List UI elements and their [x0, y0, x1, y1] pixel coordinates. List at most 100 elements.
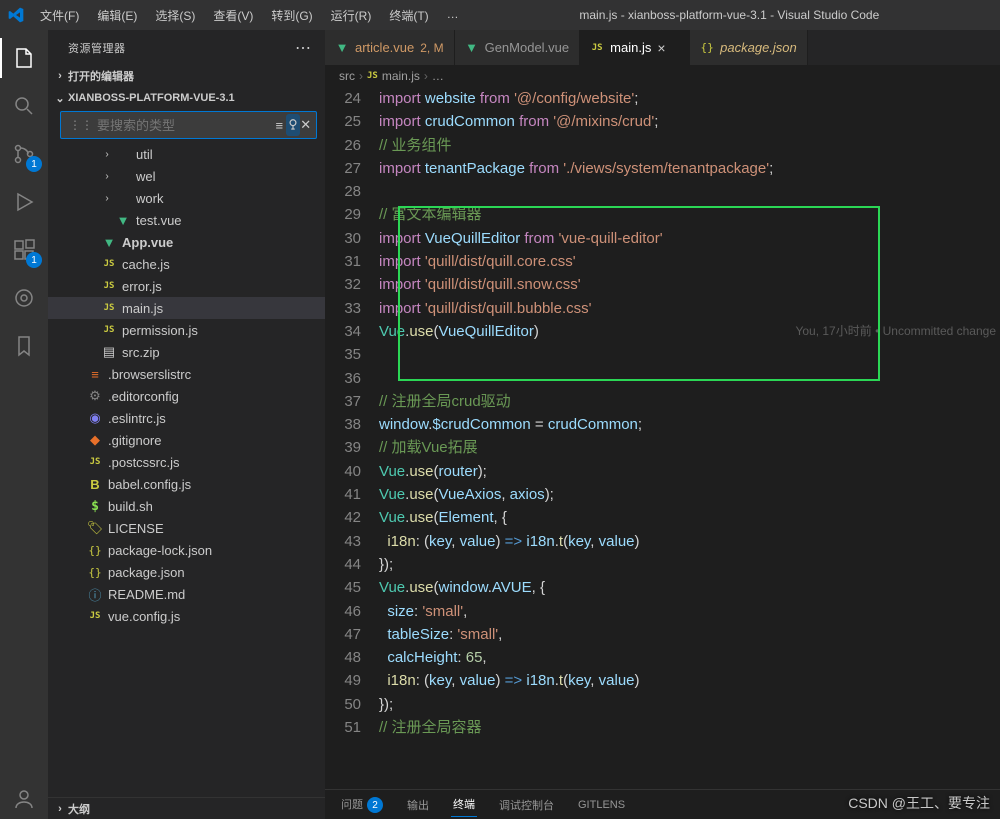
search-icon[interactable] — [0, 86, 48, 126]
crumb[interactable]: main.js — [382, 69, 420, 83]
menu-item[interactable]: 转到(G) — [263, 3, 320, 28]
code-line[interactable]: 35 — [325, 343, 1000, 366]
explorer-icon[interactable] — [0, 38, 48, 78]
menu-item[interactable]: 编辑(E) — [89, 3, 145, 28]
type-search[interactable]: ⋮⋮ ≡ ✕ — [60, 111, 317, 139]
file-icon: JS — [100, 281, 118, 291]
file-item[interactable]: JSerror.js — [48, 275, 325, 297]
editor-tab[interactable]: ▼GenModel.vue — [455, 30, 581, 65]
code-line[interactable]: 31import 'quill/dist/quill.core.css' — [325, 250, 1000, 273]
file-item[interactable]: ⚙.editorconfig — [48, 385, 325, 407]
file-icon: JS — [100, 325, 118, 335]
regex-icon[interactable] — [286, 114, 300, 136]
panel-tab[interactable]: GITLENS — [576, 795, 627, 815]
drag-handle-icon[interactable]: ⋮⋮ — [65, 118, 97, 132]
clear-icon[interactable]: ✕ — [300, 114, 313, 136]
outline-section[interactable]: ›大纲 — [48, 797, 325, 819]
close-icon[interactable]: × — [657, 40, 665, 56]
file-item[interactable]: Bbabel.config.js — [48, 473, 325, 495]
file-item[interactable]: JS.postcssrc.js — [48, 451, 325, 473]
folder-item[interactable]: ›wel — [48, 165, 325, 187]
file-item[interactable]: ◉.eslintrc.js — [48, 407, 325, 429]
menu-item[interactable]: 选择(S) — [147, 3, 203, 28]
panel-tab[interactable]: 输出 — [405, 793, 431, 817]
menu-item[interactable]: … — [439, 3, 467, 28]
project-section[interactable]: ⌄XIANBOSS-PLATFORM-VUE-3.1 — [48, 87, 325, 109]
code-line[interactable]: 49 i18n: (key, value) => i18n.t(key, val… — [325, 669, 1000, 692]
code-line[interactable]: 46 size: 'small', — [325, 600, 1000, 623]
code-line[interactable]: 38window.$crudCommon = crudCommon; — [325, 413, 1000, 436]
code-line[interactable]: 30import VueQuillEditor from 'vue-quill-… — [325, 227, 1000, 250]
file-icon: ▼ — [100, 235, 118, 250]
panel-tab[interactable]: 终端 — [451, 792, 477, 817]
code-line[interactable]: 25import crudCommon from '@/mixins/crud'… — [325, 110, 1000, 133]
code-line[interactable]: 26// 业务组件 — [325, 134, 1000, 157]
menu-item[interactable]: 查看(V) — [205, 3, 261, 28]
file-item[interactable]: {}package.json — [48, 561, 325, 583]
menu-item[interactable]: 运行(R) — [323, 3, 380, 28]
file-item[interactable]: ▤src.zip — [48, 341, 325, 363]
file-label: work — [136, 191, 163, 206]
code-line[interactable]: 29// 富文本编辑器 — [325, 203, 1000, 226]
file-item[interactable]: JSvue.config.js — [48, 605, 325, 627]
code-line[interactable]: 39// 加载Vue拓展 — [325, 436, 1000, 459]
file-item[interactable]: $build.sh — [48, 495, 325, 517]
menu-item[interactable]: 终端(T) — [381, 3, 436, 28]
code-line[interactable]: 28 — [325, 180, 1000, 203]
code-line[interactable]: 36 — [325, 367, 1000, 390]
code-line[interactable]: 50}); — [325, 693, 1000, 716]
menu-item[interactable]: 文件(F) — [32, 3, 87, 28]
file-item[interactable]: ▼App.vue — [48, 231, 325, 253]
extensions-icon[interactable]: 1 — [0, 230, 48, 270]
folder-item[interactable]: ›work — [48, 187, 325, 209]
code-line[interactable]: 24import website from '@/config/website'… — [325, 87, 1000, 110]
line-number: 41 — [325, 483, 379, 506]
code-line[interactable]: 42Vue.use(Element, { — [325, 506, 1000, 529]
code-line[interactable]: 47 tableSize: 'small', — [325, 623, 1000, 646]
breadcrumb[interactable]: src› JS main.js› … — [325, 65, 1000, 87]
file-item[interactable]: JSpermission.js — [48, 319, 325, 341]
file-item[interactable]: ◆.gitignore — [48, 429, 325, 451]
copilot-icon[interactable] — [0, 278, 48, 318]
code-line[interactable]: 43 i18n: (key, value) => i18n.t(key, val… — [325, 530, 1000, 553]
code-line[interactable]: 34Vue.use(VueQuillEditor)You, 17小时前 • Un… — [325, 320, 1000, 343]
crumb[interactable]: … — [432, 69, 444, 83]
file-item[interactable]: ⓘREADME.md — [48, 583, 325, 605]
panel-tab[interactable]: 调试控制台 — [497, 793, 556, 817]
file-item[interactable]: ▼test.vue — [48, 209, 325, 231]
code-line[interactable]: 32import 'quill/dist/quill.snow.css' — [325, 273, 1000, 296]
crumb[interactable]: src — [339, 69, 355, 83]
open-editors-section[interactable]: ›打开的编辑器 — [48, 65, 325, 87]
file-item[interactable]: {}package-lock.json — [48, 539, 325, 561]
folder-item[interactable]: ›util — [48, 143, 325, 165]
code-line[interactable]: 33import 'quill/dist/quill.bubble.css' — [325, 297, 1000, 320]
ext-badge: 1 — [26, 252, 42, 268]
file-item[interactable]: JScache.js — [48, 253, 325, 275]
line-number: 40 — [325, 460, 379, 483]
code-line[interactable]: 40Vue.use(router); — [325, 460, 1000, 483]
code-line[interactable]: 41Vue.use(VueAxios, axios); — [325, 483, 1000, 506]
editor-tab[interactable]: JSmain.js× — [580, 30, 690, 65]
code-editor[interactable]: 24import website from '@/config/website'… — [325, 87, 1000, 789]
code-line[interactable]: 27import tenantPackage from './views/sys… — [325, 157, 1000, 180]
run-icon[interactable] — [0, 182, 48, 222]
file-tree: ›util›wel›work▼test.vue▼App.vueJScache.j… — [48, 143, 325, 797]
sidebar-more-icon[interactable]: ⋯ — [295, 38, 313, 58]
panel-tab[interactable]: 问题2 — [339, 792, 385, 818]
code-line[interactable]: 45Vue.use(window.AVUE, { — [325, 576, 1000, 599]
code-line[interactable]: 37// 注册全局crud驱动 — [325, 390, 1000, 413]
search-input[interactable] — [97, 118, 273, 133]
tab-icon: JS — [590, 43, 604, 53]
account-icon[interactable] — [0, 779, 48, 819]
file-item[interactable]: JSmain.js — [48, 297, 325, 319]
file-item[interactable]: 🏷LICENSE — [48, 517, 325, 539]
editor-tab[interactable]: {}package.json — [690, 30, 808, 65]
file-item[interactable]: ≡.browserslistrc — [48, 363, 325, 385]
editor-tab[interactable]: ▼article.vue2, M — [325, 30, 455, 65]
code-line[interactable]: 48 calcHeight: 65, — [325, 646, 1000, 669]
filter-icon[interactable]: ≡ — [273, 114, 286, 136]
code-line[interactable]: 44}); — [325, 553, 1000, 576]
scm-icon[interactable]: 1 — [0, 134, 48, 174]
code-line[interactable]: 51// 注册全局容器 — [325, 716, 1000, 739]
bookmark-icon[interactable] — [0, 326, 48, 366]
